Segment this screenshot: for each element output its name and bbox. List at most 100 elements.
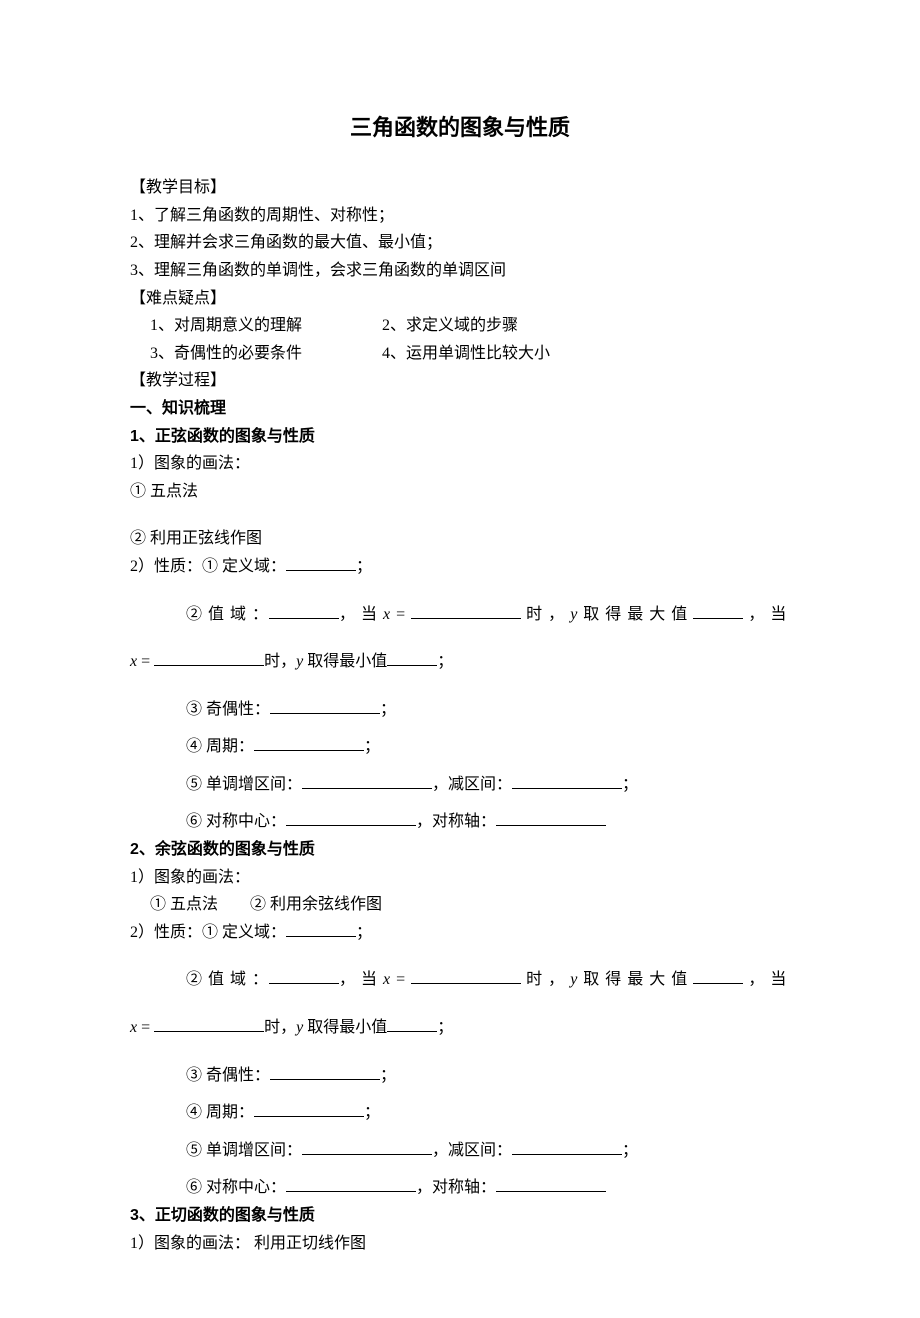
var-x: x xyxy=(383,971,391,988)
text: ； xyxy=(380,1067,396,1084)
spacer xyxy=(130,582,790,600)
spacer xyxy=(130,629,790,647)
blank xyxy=(512,773,622,788)
text: ， 当 xyxy=(743,606,787,623)
blank xyxy=(286,1177,416,1192)
s2-prop-period: ④ 周期： ； xyxy=(130,1100,790,1126)
s2-range-prefix: ② 值 域 ： xyxy=(186,971,269,988)
text: 取得最小值 xyxy=(303,1019,387,1036)
text: ，对称轴： xyxy=(416,1179,496,1196)
blank xyxy=(693,969,743,984)
text: 取得最小值 xyxy=(303,653,387,670)
goal-3: 3、理解三角函数的单调性，会求三角函数的单调区间 xyxy=(130,258,790,284)
s1-domain-prefix: 2）性质：① 定义域： xyxy=(130,558,286,575)
s2-prop-domain: 2）性质：① 定义域：； xyxy=(130,920,790,946)
difficulty-4: 4、运用单调性比较大小 xyxy=(382,341,550,367)
s1-method-label: 1）图象的画法： xyxy=(130,451,790,477)
s1-prop-range-line1: ② 值 域 ：， 当 x = 时 ， y 取 得 最 大 值 ， 当 xyxy=(130,602,790,628)
s1-prop-monotone: ⑤ 单调增区间： ，减区间： ； xyxy=(130,772,790,798)
s2-prop-symmetry: ⑥ 对称中心： ，对称轴： xyxy=(130,1175,790,1201)
difficulties-row-2: 3、奇偶性的必要条件 4、运用单调性比较大小 xyxy=(130,341,790,367)
difficulties-row-1: 1、对周期意义的理解 2、求定义域的步骤 xyxy=(130,313,790,339)
difficulty-1: 1、对周期意义的理解 xyxy=(150,313,302,339)
blank xyxy=(693,603,743,618)
spacer xyxy=(130,724,790,732)
text: ， 当 xyxy=(743,971,787,988)
s1-prop-symmetry: ⑥ 对称中心： ，对称轴： xyxy=(130,809,790,835)
text: 取 得 最 大 值 xyxy=(578,606,693,623)
process-label: 【教学过程】 xyxy=(130,368,790,394)
s2-prop-monotone: ⑤ 单调增区间：，减区间：； xyxy=(130,1138,790,1164)
blank xyxy=(286,921,356,936)
blank xyxy=(411,969,521,984)
s1-range-prefix: ② 值 域 ： xyxy=(186,606,269,623)
text: ⑤ 单调增区间： xyxy=(186,1142,302,1159)
spacer xyxy=(130,947,790,965)
text: = xyxy=(391,971,411,988)
text: 取 得 最 大 值 xyxy=(578,971,693,988)
blank xyxy=(411,603,521,618)
blank xyxy=(496,1177,606,1192)
text: 时， xyxy=(264,1019,296,1036)
text: ④ 周期： xyxy=(186,738,254,755)
outline-heading: 一、知识梳理 xyxy=(130,396,790,422)
section-3-heading: 3、正切函数的图象与性质 xyxy=(130,1203,790,1229)
text: ，对称轴： xyxy=(416,813,496,830)
blank xyxy=(269,603,339,618)
text: ，减区间： xyxy=(432,776,512,793)
text: = xyxy=(137,1019,154,1036)
blank xyxy=(154,651,264,666)
s1-prop-period: ④ 周期： ； xyxy=(130,734,790,760)
s2-prop-range-line2: x = 时，y 取得最小值； xyxy=(130,1015,790,1041)
text: ； xyxy=(437,653,453,670)
blank xyxy=(254,736,364,751)
goal-2: 2、理解并会求三角函数的最大值、最小值； xyxy=(130,230,790,256)
goal-1: 1、了解三角函数的周期性、对称性； xyxy=(130,203,790,229)
text: = xyxy=(137,653,154,670)
difficulty-3: 3、奇偶性的必要条件 xyxy=(150,341,302,367)
spacer xyxy=(130,1165,790,1173)
text: ， 当 xyxy=(339,606,383,623)
blank xyxy=(270,1064,380,1079)
text: ； xyxy=(380,701,396,718)
spacer xyxy=(130,799,790,807)
section-1-heading: 1、正弦函数的图象与性质 xyxy=(130,424,790,450)
blank xyxy=(286,556,356,571)
s2-prop-parity: ③ 奇偶性： ； xyxy=(130,1063,790,1089)
section-2-heading: 2、余弦函数的图象与性质 xyxy=(130,837,790,863)
text: ⑥ 对称中心： xyxy=(186,1179,286,1196)
s2-method-items: ① 五点法 ② 利用余弦线作图 xyxy=(130,892,790,918)
page-title: 三角函数的图象与性质 xyxy=(130,110,790,145)
s3-method: 1）图象的画法： 利用正切线作图 xyxy=(130,1231,790,1257)
blank xyxy=(254,1102,364,1117)
spacer xyxy=(130,1043,790,1061)
text: ⑥ 对称中心： xyxy=(186,813,286,830)
spacer xyxy=(130,762,790,770)
spacer xyxy=(130,995,790,1013)
blank xyxy=(302,1139,432,1154)
text: ③ 奇偶性： xyxy=(186,1067,270,1084)
s1-prop-range-line2: x = 时，y 取得最小值； xyxy=(130,649,790,675)
var-x: x xyxy=(383,606,391,623)
blank xyxy=(270,698,380,713)
s1-domain-suffix: ； xyxy=(356,558,372,575)
blank xyxy=(387,651,437,666)
text: ④ 周期： xyxy=(186,1104,254,1121)
text: ； xyxy=(437,1019,453,1036)
goals-label: 【教学目标】 xyxy=(130,175,790,201)
text: ， 当 xyxy=(339,971,383,988)
s1-prop-parity: ③ 奇偶性：； xyxy=(130,697,790,723)
text: ，减区间： xyxy=(432,1142,512,1159)
text: ； xyxy=(364,738,380,755)
text: 时， xyxy=(264,653,296,670)
difficulties-label: 【难点疑点】 xyxy=(130,286,790,312)
spacer xyxy=(130,677,790,695)
s1-method-b: ② 利用正弦线作图 xyxy=(130,526,790,552)
text: ⑤ 单调增区间： xyxy=(186,776,302,793)
text: ； xyxy=(364,1104,380,1121)
text: ； xyxy=(622,776,638,793)
s2-domain-suffix: ； xyxy=(356,924,372,941)
s2-method-label: 1）图象的画法： xyxy=(130,865,790,891)
text: 时 ， xyxy=(521,971,570,988)
blank xyxy=(286,811,416,826)
